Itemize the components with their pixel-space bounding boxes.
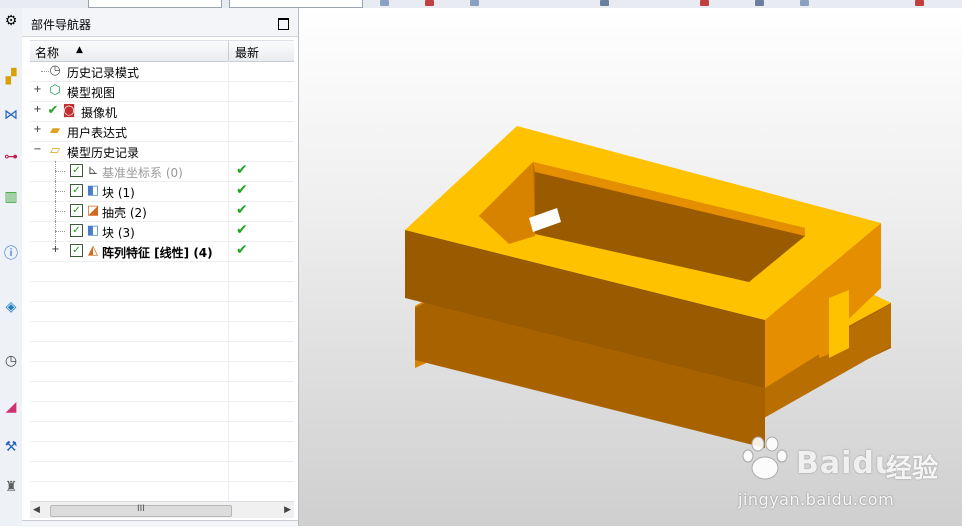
constraint-navigator-icon[interactable]: ⋈	[2, 106, 20, 124]
tree-row-feature[interactable]: + ✓ ◭ 阵列特征 [线性] (4) ✔	[30, 241, 294, 262]
latest-check-icon: ✔	[236, 222, 248, 238]
selection-scope-dropdown[interactable]	[229, 0, 363, 8]
tree-row-label: 摄像机	[81, 106, 118, 120]
part-face	[829, 290, 849, 358]
tree-row-feature[interactable]: ✓ ◧ 块 (1) ✔	[30, 181, 294, 202]
reuse-library-icon[interactable]: ▥	[2, 188, 20, 206]
datum-csys-icon: ⊾	[87, 162, 99, 178]
model-views-icon: ⬡	[49, 82, 61, 98]
process-studio-icon[interactable]: ⚒	[2, 438, 20, 456]
column-header: 名称 ▲ 最新	[30, 40, 294, 62]
camera-icon: ◙	[62, 102, 76, 118]
tree-row-label: 模型历史记录	[67, 146, 140, 160]
check-icon: ✔	[47, 102, 59, 118]
collapse-icon[interactable]: −	[33, 145, 42, 155]
block-icon: ◧	[86, 222, 100, 238]
navigator-title-bar: 部件导航器	[22, 8, 298, 37]
graphics-window[interactable]: Baidu 经验 jingyan.baidu.com	[299, 8, 962, 526]
toolbar-icon[interactable]	[755, 0, 764, 6]
scroll-thumb[interactable]: III	[50, 504, 232, 517]
tree-row-user-expressions[interactable]: + ▰ 用户表达式	[30, 121, 294, 142]
tree-row-feature[interactable]: ✓ ◪ 抽壳 (2) ✔	[30, 201, 294, 222]
tree-row-label: 用户表达式	[67, 126, 128, 140]
tree-row-label: 模型视图	[67, 86, 116, 100]
pattern-feature-icon: ◭	[88, 242, 98, 258]
history-icon[interactable]: ◷	[2, 352, 20, 370]
watermark-brand: Baidu	[796, 446, 898, 481]
horizontal-scrollbar[interactable]: ◀ III ▶	[30, 501, 294, 518]
toolbar-icon[interactable]	[915, 0, 924, 6]
folder-open-icon: ▱	[50, 142, 60, 158]
maximize-icon[interactable]	[278, 18, 289, 30]
system-materials-icon[interactable]: ◢	[2, 398, 20, 416]
column-header-latest[interactable]: 最新	[235, 44, 259, 61]
baidu-watermark: Baidu 经验 jingyan.baidu.com	[736, 426, 962, 522]
toolbar-icon[interactable]	[425, 0, 434, 6]
part-navigator-icon[interactable]: ⊶	[2, 148, 20, 166]
toolbar-icon[interactable]	[600, 0, 609, 6]
tree-row-label: 块 (3)	[102, 226, 135, 240]
clock-icon: ◷	[49, 62, 61, 78]
tree-row-model-views[interactable]: + ⬡ 模型视图	[30, 81, 294, 102]
navigator-tree: ◷ 历史记录模式 + ⬡ 模型视图 + ✔ ◙ 摄像机 + ▰ 用户表达式 −	[30, 61, 294, 501]
folder-icon: ▰	[50, 122, 60, 138]
web-browser-icon[interactable]: ◈	[2, 298, 20, 316]
latest-check-icon: ✔	[236, 182, 248, 198]
sort-ascending-icon[interactable]: ▲	[76, 45, 83, 55]
part-navigator-panel: 部件导航器 名称 ▲ 最新 ◷ 历史记录模式 + ⬡ 模型视图 + ✔ ◙ 摄像…	[22, 8, 299, 527]
watermark-brand-cn: 经验	[886, 454, 939, 484]
expand-icon[interactable]: +	[51, 245, 60, 255]
feature-checkbox[interactable]: ✓	[70, 164, 83, 177]
block-icon: ◧	[86, 182, 100, 198]
tree-row-label: 基准坐标系 (0)	[102, 166, 183, 180]
selection-filter-dropdown[interactable]	[88, 0, 222, 8]
paw-logo-icon	[742, 436, 788, 480]
navigator-title: 部件导航器	[31, 18, 92, 32]
toolbar-icon[interactable]	[380, 0, 389, 6]
feature-checkbox[interactable]: ✓	[70, 244, 83, 257]
tree-row-feature[interactable]: ✓ ⊾ 基准坐标系 (0) ✔	[30, 161, 294, 182]
latest-check-icon: ✔	[236, 202, 248, 218]
column-header-name[interactable]: 名称	[35, 44, 59, 61]
feature-checkbox[interactable]: ✓	[70, 184, 83, 197]
tree-row-feature[interactable]: ✓ ◧ 块 (3) ✔	[30, 221, 294, 242]
tree-row-cameras[interactable]: + ✔ ◙ 摄像机	[30, 101, 294, 122]
shell-icon: ◪	[86, 202, 100, 218]
scroll-right-icon[interactable]: ▶	[284, 505, 291, 515]
toolbar-icon[interactable]	[700, 0, 709, 6]
expand-icon[interactable]: +	[33, 125, 42, 135]
toolbar-icon[interactable]	[470, 0, 479, 6]
roles-icon[interactable]: ♜	[2, 478, 20, 496]
resource-bar: ⚙ ▞ ⋈ ⊶ ▥ ⓘ ◈ ◷ ◢ ⚒ ♜	[0, 8, 23, 526]
tree-row-label: 块 (1)	[102, 186, 135, 200]
feature-checkbox[interactable]: ✓	[70, 224, 83, 237]
tree-row-label: 历史记录模式	[67, 66, 140, 80]
info-icon[interactable]: ⓘ	[2, 244, 20, 262]
tree-row-label: 阵列特征 [线性] (4)	[102, 246, 213, 260]
expand-icon[interactable]: +	[33, 85, 42, 95]
gear-icon[interactable]: ⚙	[2, 12, 20, 30]
tree-row-history-mode[interactable]: ◷ 历史记录模式	[30, 61, 294, 82]
tree-row-model-history[interactable]: − ▱ 模型历史记录	[30, 141, 294, 162]
toolbar-icon[interactable]	[800, 0, 809, 6]
tree-row-label: 抽壳 (2)	[102, 206, 147, 220]
latest-check-icon: ✔	[236, 242, 248, 258]
expand-icon[interactable]: +	[33, 105, 42, 115]
scroll-left-icon[interactable]: ◀	[33, 505, 40, 515]
watermark-url: jingyan.baidu.com	[738, 490, 895, 509]
latest-check-icon: ✔	[236, 162, 248, 178]
assembly-navigator-icon[interactable]: ▞	[2, 68, 20, 86]
feature-checkbox[interactable]: ✓	[70, 204, 83, 217]
